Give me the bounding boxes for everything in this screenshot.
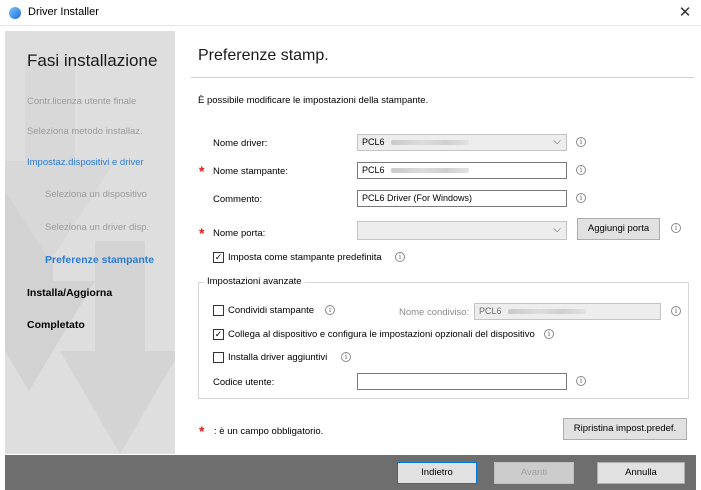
info-icon[interactable]: i [395,252,405,262]
default-printer-label: Imposta come stampante predefinita [228,252,382,263]
info-icon[interactable]: i [671,223,681,233]
required-marker: * [199,225,205,241]
extra-drivers-label: Installa driver aggiuntivi [228,352,328,363]
checkmark-icon: ✓ [214,252,223,262]
sidebar-arrow-graphic [5,61,175,454]
extra-drivers-checkbox[interactable] [213,352,224,363]
default-printer-checkbox[interactable]: ✓ [213,252,224,263]
info-icon[interactable]: i [576,165,586,175]
step-install-update: Installa/Aggiorna [27,287,113,299]
steps-sidebar: Fasi installazione Contr.licenza utente … [5,31,175,454]
user-code-label: Codice utente: [213,377,275,388]
info-icon[interactable]: i [341,352,351,362]
comment-label: Commento: [213,194,263,205]
checkmark-icon: ✓ [214,329,223,339]
driver-name-label: Nome driver: [213,138,268,149]
next-button[interactable]: Avanti [494,462,574,484]
step-select-device: Seleziona un dispositivo [45,189,147,200]
port-name-select[interactable]: ⌵ [357,221,567,240]
info-icon[interactable]: i [671,306,681,316]
redacted-text [390,140,469,146]
title-divider [191,77,694,78]
required-note: : è un campo obbligatorio. [214,426,324,437]
footer-bar [5,455,696,490]
info-icon[interactable]: i [544,329,554,339]
add-port-button[interactable]: Aggiungi porta [577,218,660,240]
close-icon[interactable]: ✕ [677,3,693,21]
required-marker: * [199,163,205,179]
redacted-text [507,309,586,315]
step-printer-preferences: Preferenze stampante [45,254,155,266]
step-select-driver: Seleziona un driver disp. [45,222,150,233]
step-completed: Completato [27,319,85,331]
chevron-down-icon: ⌵ [553,224,561,235]
required-marker: * [199,423,205,439]
share-printer-label: Condividi stampante [228,305,315,316]
share-name-label: Nome condiviso: [399,307,470,318]
driver-name-select[interactable]: PCL6 ⌵ [357,134,567,151]
printer-name-label: Nome stampante: [213,166,288,177]
title-bar: Driver Installer ✕ [0,0,701,26]
chevron-down-icon: ⌵ [553,136,561,147]
step-device-driver-settings: Impostaz.dispositivi e driver [27,157,144,168]
port-name-label: Nome porta: [213,228,266,239]
window-title: Driver Installer [28,6,99,18]
driver-installer-icon [9,7,21,19]
user-code-input[interactable] [357,373,567,390]
redacted-text [390,168,469,174]
connect-device-checkbox[interactable]: ✓ [213,329,224,340]
printer-name-value: PCL6 [362,165,385,175]
comment-input[interactable]: PCL6 Driver (For Windows) [357,190,567,207]
step-license: Contr.licenza utente finale [27,96,137,107]
info-icon[interactable]: i [576,137,586,147]
back-button[interactable]: Indietro [397,462,477,484]
info-icon[interactable]: i [576,193,586,203]
info-icon[interactable]: i [576,376,586,386]
page-title: Preferenze stamp. [198,47,329,64]
share-name-value: PCL6 [479,306,502,316]
connect-device-label: Collega al dispositivo e configura le im… [228,329,535,340]
comment-value: PCL6 Driver (For Windows) [362,193,473,203]
advanced-settings-title: Impostazioni avanzate [204,276,305,287]
sidebar-heading: Fasi installazione [27,51,158,70]
cancel-button[interactable]: Annulla [597,462,685,484]
intro-text: È possibile modificare le impostazioni d… [198,95,429,106]
share-printer-checkbox[interactable] [213,305,224,316]
info-icon[interactable]: i [325,305,335,315]
step-install-method: Seleziona metodo installaz. [27,126,143,137]
printer-name-input[interactable]: PCL6 [357,162,567,179]
driver-name-value: PCL6 [362,137,385,147]
reset-defaults-button[interactable]: Ripristina impost.predef. [563,418,687,440]
share-name-input[interactable]: PCL6 [474,303,661,320]
